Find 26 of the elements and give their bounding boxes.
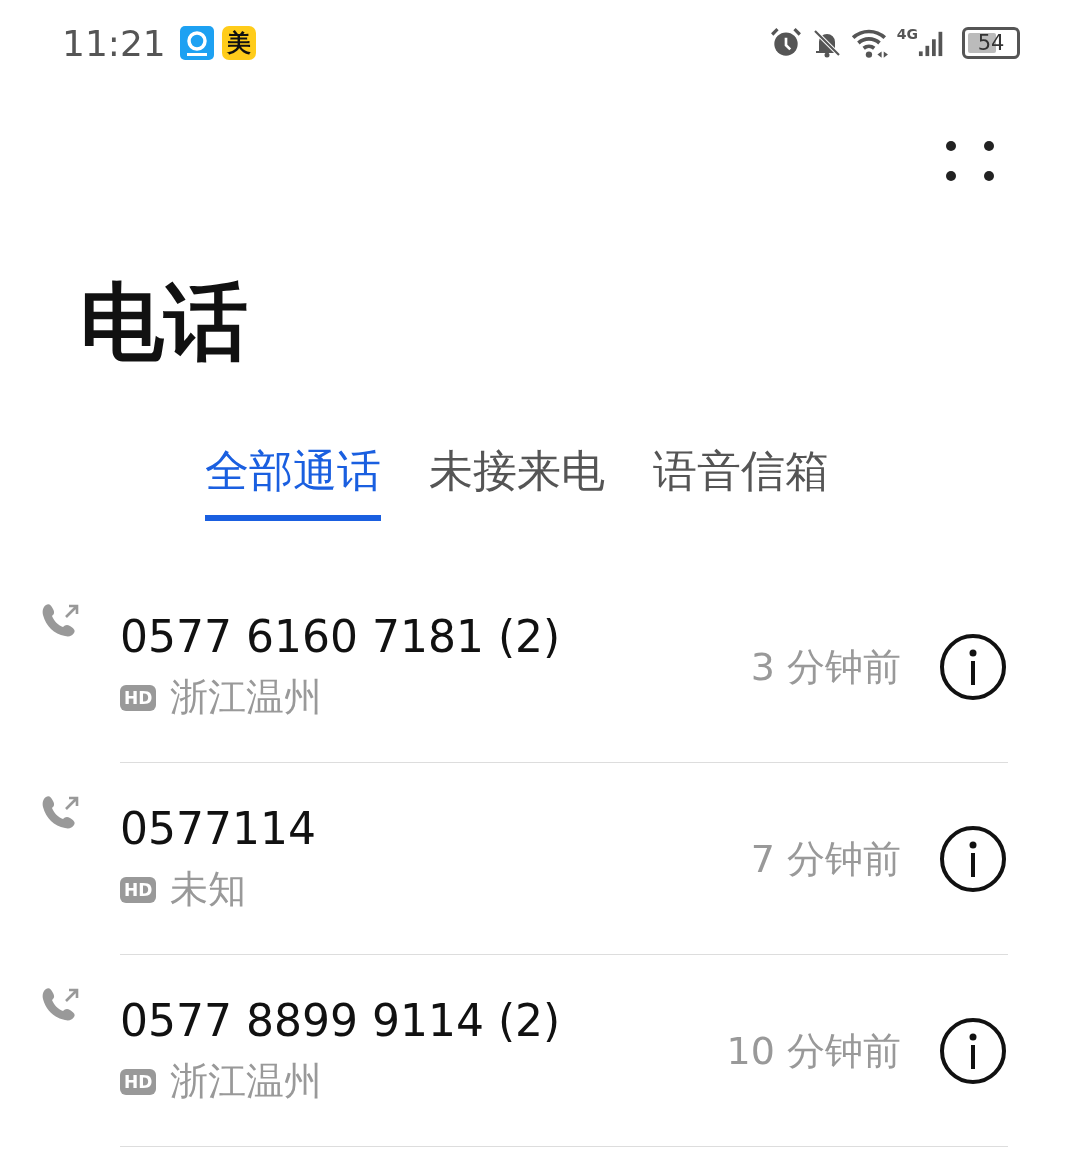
tab[interactable]: 语音信箱 xyxy=(653,442,829,521)
phone-number[interactable]: 0577114 xyxy=(120,803,751,854)
phone-number[interactable]: 0577 6160 7181 (2) xyxy=(120,611,751,662)
tab[interactable]: 未接来电 xyxy=(429,442,605,521)
more-menu-icon[interactable] xyxy=(945,140,995,182)
status-time: 11:21 xyxy=(62,22,166,64)
phone-number[interactable]: 0577 8899 9114 (2) xyxy=(120,995,727,1046)
call-location: 浙江温州 xyxy=(170,674,323,721)
app-notification-icon: 美 xyxy=(221,26,256,60)
page-title: 电话 xyxy=(80,272,249,372)
call-location: 浙江温州 xyxy=(170,1058,323,1105)
hd-badge: HD xyxy=(120,684,157,711)
info-icon[interactable] xyxy=(939,825,1007,893)
network-type-label: 4G xyxy=(896,26,918,42)
tab[interactable]: 全部通话 xyxy=(205,442,381,521)
battery-icon: 54 xyxy=(962,27,1020,59)
call-time: 7 分钟前 xyxy=(750,835,901,883)
call-time: 3 分钟前 xyxy=(750,643,901,691)
app-notification-icon xyxy=(179,26,214,60)
call-time: 10 分钟前 xyxy=(726,1027,901,1075)
hd-badge: HD xyxy=(120,1068,157,1095)
info-icon[interactable] xyxy=(939,633,1007,701)
call-location: 未知 xyxy=(170,866,247,913)
hd-badge: HD xyxy=(120,876,157,903)
wifi-icon xyxy=(850,27,889,59)
info-icon[interactable] xyxy=(939,1017,1007,1085)
